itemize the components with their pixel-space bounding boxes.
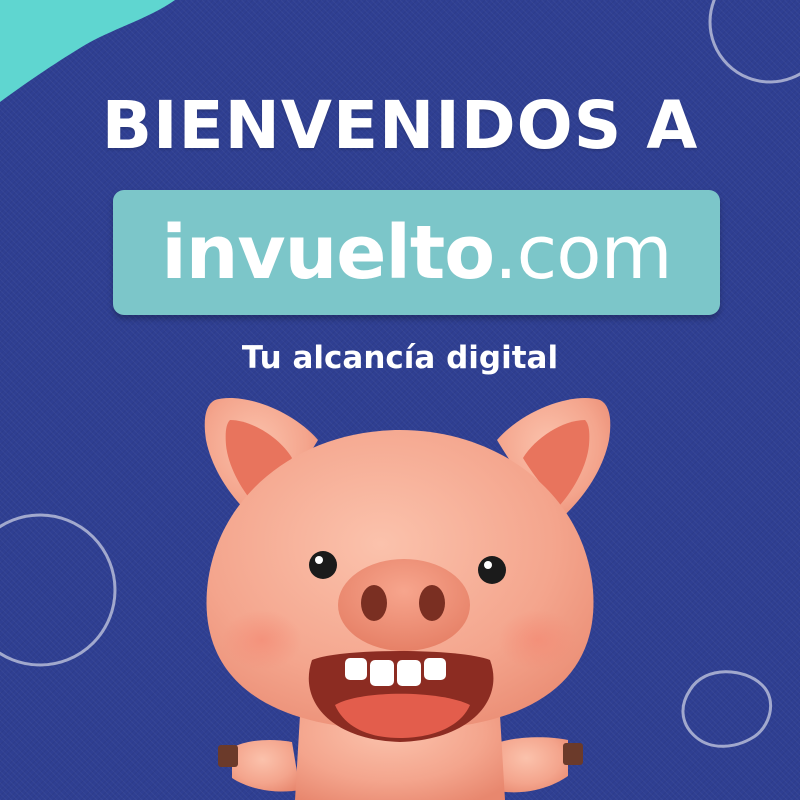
- pig-right-hand-stick: [563, 743, 583, 765]
- welcome-banner: BIENVENIDOS A invuelto .com Tu alcancía d…: [0, 0, 800, 800]
- pig-left-arm: [232, 740, 300, 792]
- pig-left-eye-highlight: [315, 556, 323, 564]
- pig-snout: [338, 559, 470, 651]
- piggy-bank-mascot-icon: [204, 397, 611, 800]
- pig-left-hand-stick: [218, 745, 238, 767]
- pig-left-cheek: [222, 610, 302, 670]
- pig-left-eye: [309, 551, 337, 579]
- pig-right-eye-highlight: [484, 561, 492, 569]
- pig-tooth-2: [370, 660, 394, 686]
- pig-left-nostril: [361, 585, 387, 621]
- pig-right-eye: [478, 556, 506, 584]
- pig-right-nostril: [419, 585, 445, 621]
- pig-tooth-1: [345, 658, 367, 680]
- pig-tooth-4: [424, 658, 446, 680]
- pig-tooth-3: [397, 660, 421, 686]
- pig-right-cheek: [498, 610, 578, 670]
